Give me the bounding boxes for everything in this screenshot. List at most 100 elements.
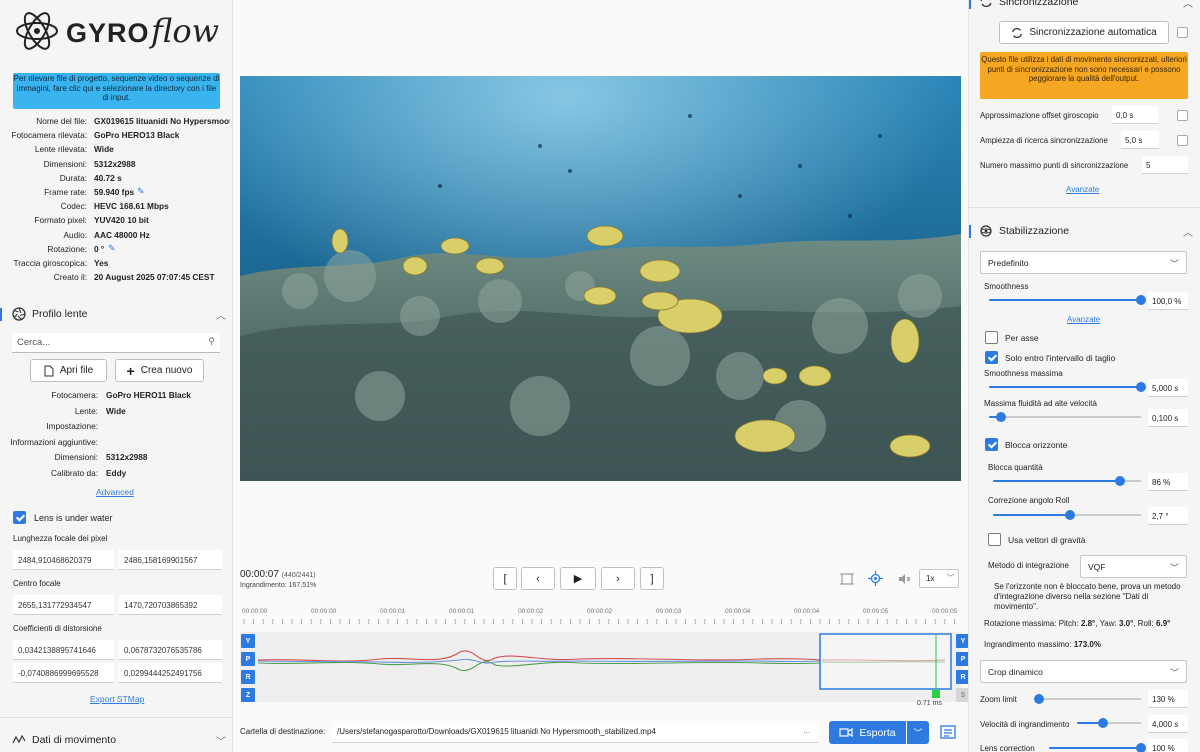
current-time: 00:00:07 (440/2441): [240, 569, 316, 580]
sync-advanced-link[interactable]: Avanzate: [1066, 185, 1099, 194]
max-smoothness-slider[interactable]: [989, 382, 1146, 392]
destination-path-value: /Users/stefanogasparotto/Downloads/GX019…: [337, 727, 656, 736]
high-speed-slider[interactable]: [989, 412, 1141, 422]
stab-advanced-link[interactable]: Avanzate: [1067, 315, 1100, 324]
video-preview[interactable]: [240, 76, 961, 481]
lens-info-key: Fotocamera:: [51, 390, 98, 400]
chevron-up-icon[interactable]: ︿: [1183, 0, 1193, 10]
slider-handle[interactable]: [1136, 382, 1146, 392]
sync-search-input[interactable]: 5,0 s: [1121, 131, 1159, 149]
max-sync-points-input[interactable]: 5: [1142, 156, 1188, 174]
open-file-banner[interactable]: Per rilevare file di progetto, sequenze …: [13, 73, 220, 109]
focal-x-field[interactable]: 2484,910468620379: [13, 550, 114, 570]
browse-folder-button[interactable]: ...: [803, 726, 810, 735]
edit-pencil-icon[interactable]: ✎: [108, 243, 116, 254]
lens-correction-label: Lens correction: [980, 744, 1035, 752]
chevron-down-icon: ﹀: [1169, 259, 1179, 269]
auto-sync-options-checkbox[interactable]: [1177, 27, 1188, 38]
export-stmap-link[interactable]: Export STMap: [90, 694, 144, 704]
zoom-speed-slider[interactable]: [1077, 718, 1141, 728]
center-y-field[interactable]: 1470,720703865392: [119, 595, 222, 615]
auto-sync-button[interactable]: Sincronizzazione automatica: [999, 21, 1169, 44]
slider-handle[interactable]: [996, 412, 1007, 422]
slider-handle[interactable]: [1115, 476, 1126, 486]
lens-profile-header[interactable]: Profilo lente ︿: [0, 305, 232, 325]
slider-handle[interactable]: [1097, 718, 1108, 728]
distortion-k3-field[interactable]: -0,0740886999695528: [13, 663, 114, 683]
crop-mode-select[interactable]: Crop dinamico ﹀: [980, 660, 1187, 683]
chevron-up-icon[interactable]: ︿: [1183, 224, 1193, 239]
sync-search-checkbox[interactable]: [1177, 135, 1188, 146]
auto-sync-label: Sincronizzazione automatica: [1029, 27, 1157, 38]
destination-path-input[interactable]: /Users/stefanogasparotto/Downloads/GX019…: [332, 721, 818, 743]
lens-advanced-link[interactable]: Advanced: [96, 487, 134, 497]
export-button[interactable]: Esporta: [829, 721, 906, 744]
stabilization-toggle-icon[interactable]: [868, 571, 883, 586]
integration-method-select[interactable]: VQF ﹀: [1080, 555, 1187, 578]
set-trim-end-button[interactable]: ]: [640, 567, 664, 590]
axis-toggle-left[interactable]: Y: [241, 634, 255, 648]
open-file-button[interactable]: Apri file: [30, 359, 107, 382]
stabilization-title: Stabilizzazione: [999, 225, 1070, 237]
timeline-graph[interactable]: YPRZ YPRS 0.71 ms: [240, 632, 970, 707]
zoom-limit-slider[interactable]: [1034, 694, 1141, 704]
play-button[interactable]: ▶: [560, 567, 596, 590]
trim-range-checkbox[interactable]: [985, 351, 998, 364]
smoothing-preset-select[interactable]: Predefinito ﹀: [980, 251, 1187, 274]
per-axis-checkbox[interactable]: [985, 331, 998, 344]
distortion-k2-field[interactable]: 0,0678732076535786: [119, 640, 222, 660]
horizon-lock-label: Blocca orizzonte: [1005, 440, 1068, 450]
playback-speed-select[interactable]: 1x ﹀: [919, 569, 959, 588]
axis-toggle-left[interactable]: P: [241, 652, 255, 666]
lock-amount-slider[interactable]: [993, 476, 1141, 486]
create-new-button[interactable]: + Crea nuovo: [115, 359, 204, 382]
focal-y-field[interactable]: 2486,158169901567: [119, 550, 222, 570]
render-queue-icon[interactable]: [940, 724, 956, 740]
chevron-down-icon[interactable]: ﹀: [216, 733, 226, 748]
slider-handle[interactable]: [1064, 510, 1075, 520]
slider-handle[interactable]: [1136, 295, 1146, 305]
horizon-lock-checkbox[interactable]: [985, 438, 998, 451]
lens-correction-slider[interactable]: [1049, 743, 1146, 752]
stabilization-header[interactable]: Stabilizzazione ︿: [969, 222, 1200, 242]
high-speed-value[interactable]: 0,100 s: [1148, 409, 1188, 427]
underwater-label: Lens is under water: [34, 513, 113, 523]
timeline-tick-label: 00:00:02: [518, 608, 544, 615]
zoom-speed-value[interactable]: 4,000 s: [1148, 715, 1188, 733]
crop-overlay-icon[interactable]: [840, 572, 854, 586]
gyro-offset-checkbox[interactable]: [1177, 110, 1188, 121]
lock-amount-value[interactable]: 86 %: [1148, 473, 1188, 491]
smoothness-value[interactable]: 100,0 %: [1148, 292, 1188, 310]
chevron-up-icon[interactable]: ︿: [216, 307, 226, 322]
sync-header[interactable]: Sincronizzazione ︿: [969, 0, 1200, 13]
roll-correction-value[interactable]: 2,7 °: [1148, 507, 1188, 525]
axis-toggle-left[interactable]: R: [241, 670, 255, 684]
axis-toggle-left[interactable]: Z: [241, 688, 255, 702]
gyro-offset-input[interactable]: 0,0 s: [1112, 106, 1158, 124]
export-options-dropdown[interactable]: ﹀: [907, 721, 929, 744]
max-smoothness-value[interactable]: 5,000 s: [1148, 379, 1188, 397]
prev-frame-button[interactable]: ‹: [521, 567, 555, 590]
lens-correction-value[interactable]: 100 %: [1148, 739, 1188, 752]
slider-handle[interactable]: [1136, 743, 1146, 752]
lens-info-value: Wide: [106, 405, 126, 416]
underwater-checkbox[interactable]: [13, 511, 26, 524]
set-trim-start-button[interactable]: [: [493, 567, 517, 590]
mute-icon[interactable]: [897, 572, 911, 586]
timeline-ruler[interactable]: 00:00:00 00:00:00 00:00:01 00:00:01 00:00:02…: [240, 608, 961, 630]
lens-search-input[interactable]: Cerca... ⚲: [12, 333, 220, 353]
distortion-k1-field[interactable]: 0,0342138895741646: [13, 640, 114, 660]
edit-pencil-icon[interactable]: ✎: [137, 186, 145, 197]
roll-correction-slider[interactable]: [993, 510, 1141, 520]
smoothness-slider[interactable]: [989, 295, 1146, 305]
file-info-key: Durata:: [59, 172, 87, 183]
next-frame-button[interactable]: ›: [601, 567, 635, 590]
right-panel: Sincronizzazione ︿ Sincronizzazione auto…: [968, 0, 1200, 752]
motion-data-header[interactable]: Dati di movimento ﹀: [0, 731, 232, 751]
center-x-field[interactable]: 2655,131772934547: [13, 595, 114, 615]
zoom-limit-value[interactable]: 130 %: [1148, 690, 1188, 708]
gravity-vectors-checkbox[interactable]: [988, 533, 1001, 546]
file-info-key: Traccia giroscopica:: [13, 258, 87, 268]
slider-handle[interactable]: [1034, 694, 1045, 704]
distortion-k4-field[interactable]: 0,0299444252491756: [119, 663, 222, 683]
